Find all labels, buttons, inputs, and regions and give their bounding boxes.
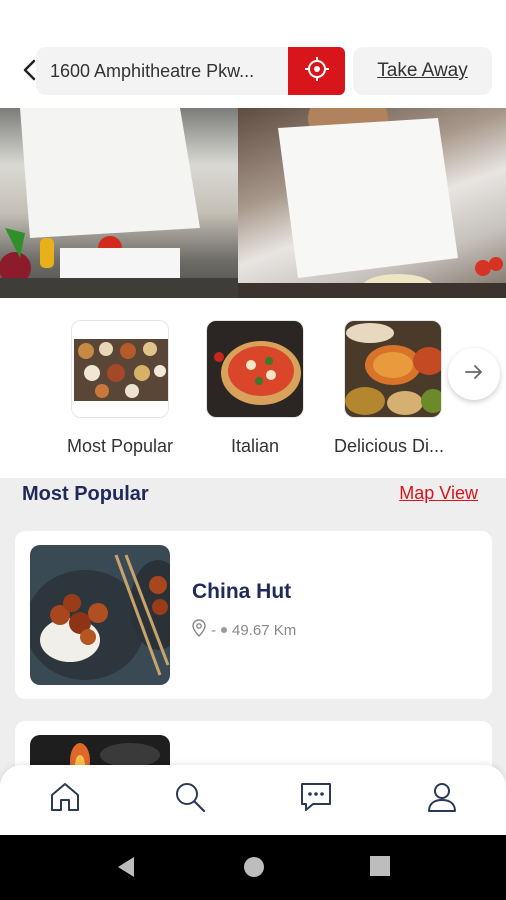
category-image-pizza (206, 320, 304, 418)
home-icon (48, 780, 82, 819)
circle-home-icon (242, 855, 266, 884)
restaurant-distance: 49.67 Km (232, 621, 297, 639)
chat-icon (299, 780, 333, 819)
take-away-button[interactable]: Take Away (353, 47, 492, 95)
category-image-assorted (71, 320, 170, 418)
category-delicious-dishes[interactable]: Delicious Di... (334, 320, 444, 457)
address-text: 1600 Amphitheatre Pkw... (50, 60, 255, 81)
nav-messages[interactable] (298, 781, 334, 817)
location-pin-icon (192, 619, 206, 641)
category-most-popular[interactable]: Most Popular (67, 320, 173, 457)
category-next-button[interactable] (448, 348, 500, 400)
category-strip: Most Popular Italian Delicious Di... (0, 298, 506, 478)
promo-banner-carousel[interactable] (0, 108, 506, 298)
restaurant-name: China Hut (192, 580, 292, 603)
restaurant-rating: - (211, 621, 216, 639)
category-italian[interactable]: Italian (206, 320, 304, 457)
current-location-button[interactable] (288, 47, 345, 95)
system-navigation-bar (0, 835, 506, 900)
banner-image-chef-vegetables (0, 108, 238, 298)
top-bar: 1600 Amphitheatre Pkw... Take Away (0, 0, 506, 108)
search-icon (173, 780, 207, 819)
square-recents-icon (369, 855, 391, 882)
category-image-curries (344, 320, 443, 418)
crosshair-icon (304, 56, 330, 87)
restaurant-meta: - 49.67 Km (192, 619, 296, 641)
banner-image-chef-plating (238, 108, 506, 298)
nav-home[interactable] (47, 781, 83, 817)
system-home-button[interactable] (242, 855, 266, 884)
nav-search[interactable] (172, 781, 208, 817)
delivery-address-field[interactable]: 1600 Amphitheatre Pkw... (36, 47, 288, 95)
restaurant-card[interactable]: China Hut - 49.67 Km (15, 531, 492, 699)
category-label: Italian (230, 436, 280, 456)
profile-icon (425, 780, 459, 819)
arrow-right-icon (464, 364, 484, 385)
restaurant-image (30, 545, 170, 685)
triangle-back-icon (114, 855, 138, 884)
category-label: Delicious Di... (334, 436, 445, 456)
section-title: Most Popular (22, 483, 149, 505)
separator-dot (221, 627, 227, 633)
category-label: Most Popular (67, 436, 174, 456)
system-recents-button[interactable] (369, 855, 391, 882)
map-view-link[interactable]: Map View (399, 483, 478, 504)
nav-profile[interactable] (424, 781, 460, 817)
system-back-button[interactable] (114, 855, 138, 884)
bottom-navigation (0, 765, 506, 835)
